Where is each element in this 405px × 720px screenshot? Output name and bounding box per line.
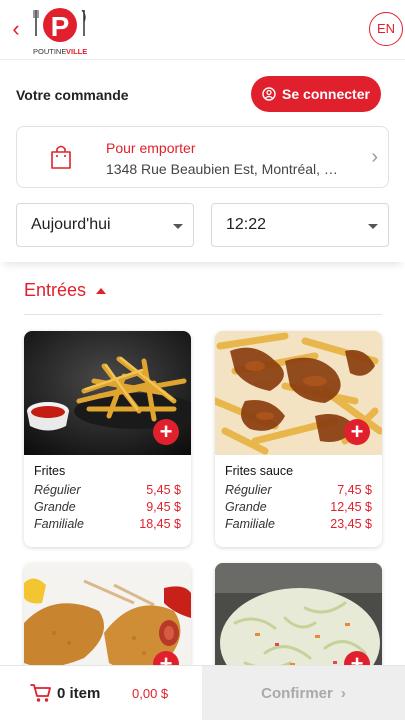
pickup-location-card[interactable]: Pour emporter 1348 Rue Beaubien Est, Mon… — [16, 126, 389, 188]
section-header-entrees[interactable]: Entrées — [24, 280, 107, 301]
back-chevron-icon[interactable]: ‹ — [6, 17, 26, 41]
pickup-address: 1348 Rue Beaubien Est, Montréal, Q... — [106, 161, 338, 177]
time-select[interactable]: 12:22 — [211, 203, 389, 247]
dropdown-caret-icon — [173, 224, 183, 229]
add-item-button[interactable]: + — [153, 419, 179, 445]
confirm-order-button[interactable]: Confirmer › — [202, 666, 405, 720]
order-label: Votre commande — [16, 87, 129, 103]
time-select-value: 12:22 — [226, 216, 267, 233]
size-label: Familiale — [225, 517, 276, 531]
order-panel: Votre commande Se connecter Pour emporte… — [0, 60, 405, 262]
cart-bar: 0 item 0,00 $ Confirmer › — [0, 665, 405, 720]
chevron-right-icon: › — [340, 685, 346, 702]
size-label: Grande — [34, 500, 76, 514]
price-row: Grande 9,45 $ — [24, 499, 191, 516]
add-item-button[interactable]: + — [344, 419, 370, 445]
dropdown-caret-icon — [368, 224, 378, 229]
size-price: 5,45 $ — [146, 483, 181, 497]
date-select[interactable]: Aujourd'hui — [16, 203, 194, 247]
menu-item-card[interactable]: + Frites Régulier 5,45 $ Grande 9,45 $ F… — [24, 331, 191, 547]
price-row: Régulier 5,45 $ — [24, 482, 191, 499]
size-label: Familiale — [34, 517, 85, 531]
cart-total: 0,00 $ — [132, 686, 169, 701]
pickup-mode-title: Pour emporter — [106, 140, 196, 156]
date-select-value: Aujourd'hui — [31, 216, 111, 233]
price-row: Familiale 18,45 $ — [24, 516, 191, 547]
collapse-caret-icon — [96, 287, 107, 294]
size-price: 9,45 $ — [146, 500, 181, 514]
shopping-bag-icon — [51, 145, 71, 169]
top-bar: ‹ P POUTINE VILLE EN — [0, 0, 405, 60]
chevron-right-icon: › — [371, 146, 378, 168]
svg-text:POUTINE: POUTINE — [33, 47, 66, 56]
language-toggle-button[interactable]: EN — [369, 12, 403, 46]
price-row: Régulier 7,45 $ — [215, 482, 382, 499]
shopping-cart-icon[interactable] — [30, 683, 52, 703]
price-row: Familiale 23,45 $ — [215, 516, 382, 547]
login-label: Se connecter — [282, 86, 370, 102]
user-circle-icon — [262, 87, 276, 101]
size-price: 18,45 $ — [139, 517, 181, 531]
size-label: Régulier — [34, 483, 81, 497]
poutineville-logo[interactable]: P POUTINE VILLE — [32, 6, 88, 58]
item-name: Frites sauce — [225, 464, 294, 478]
fries-photo: + — [24, 331, 191, 455]
section-title: Entrées — [24, 280, 87, 300]
item-name: Frites — [34, 464, 66, 478]
svg-text:VILLE: VILLE — [66, 47, 87, 56]
fries-gravy-photo: + — [215, 331, 382, 455]
price-row: Grande 12,45 $ — [215, 499, 382, 516]
cart-item-count: 0 item — [57, 685, 101, 702]
size-price: 23,45 $ — [330, 517, 372, 531]
confirm-label: Confirmer — [261, 685, 333, 702]
size-price: 7,45 $ — [337, 483, 372, 497]
menu-item-card[interactable]: + Frites sauce Régulier 7,45 $ Grande 12… — [215, 331, 382, 547]
login-button[interactable]: Se connecter — [251, 76, 381, 112]
section-divider — [24, 314, 382, 315]
svg-text:P: P — [51, 11, 70, 42]
size-price: 12,45 $ — [330, 500, 372, 514]
size-label: Grande — [225, 500, 267, 514]
size-label: Régulier — [225, 483, 272, 497]
